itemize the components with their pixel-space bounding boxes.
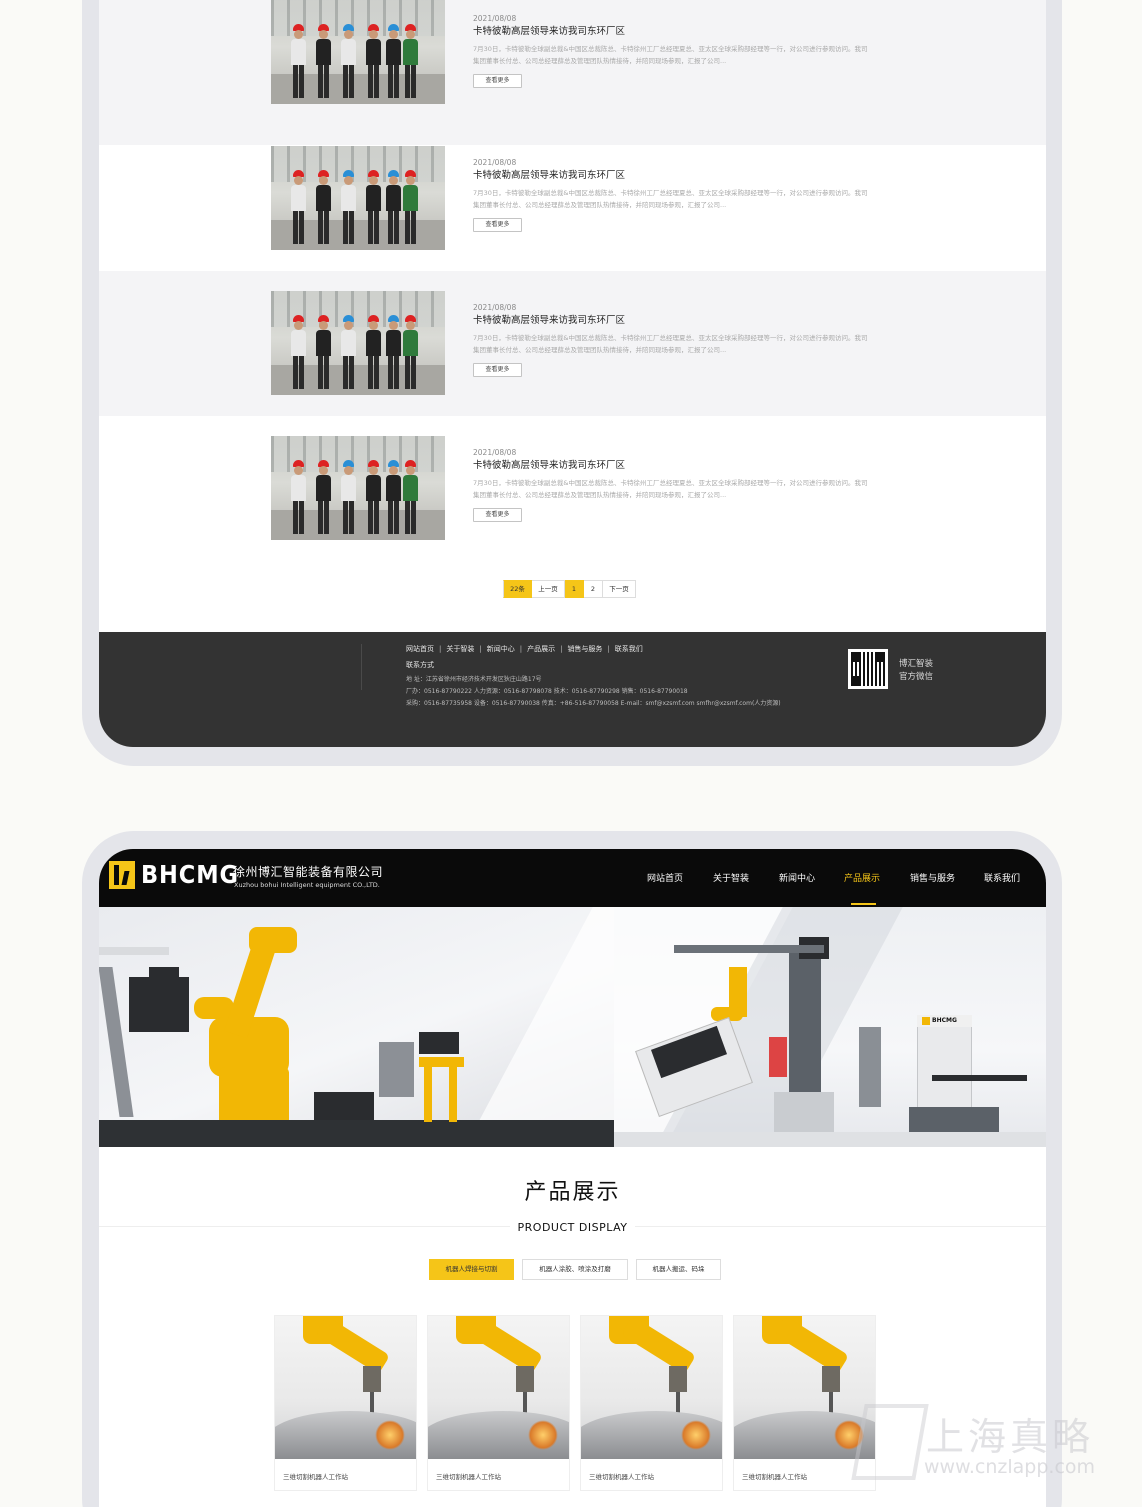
contact-phones: 厂办：0516-87790222 人力资源：0516-87798078 技术：0…: [406, 688, 688, 695]
news-title[interactable]: 卡特彼勒高层领导来访我司东环厂区: [473, 314, 873, 328]
footer-nav-separator: |: [479, 645, 482, 653]
read-more-button[interactable]: 查看更多: [473, 218, 522, 232]
wechat-qr-code: [848, 649, 888, 689]
product-image[interactable]: [275, 1316, 416, 1459]
news-date: 2021/08/08: [473, 14, 517, 23]
watermark-text-cn: 上海真略: [926, 1415, 1095, 1459]
nav-about[interactable]: 关于智装: [713, 871, 749, 884]
read-more-button[interactable]: 查看更多: [473, 74, 522, 88]
news-summary: 7月30日，卡特彼勒全球副总裁&中国区总裁陈总、卡特徐州工厂总经理夏总、亚太区全…: [473, 189, 868, 209]
footer-link-products[interactable]: 产品展示: [527, 644, 555, 655]
machine-brand-label: BHCMG: [932, 1017, 957, 1024]
pagination: 22条 上一页 1 2 下一页: [503, 580, 636, 598]
footer-nav-separator: |: [560, 645, 563, 653]
site-header: BHCMG 徐州博汇智能装备有限公司 Xuzhou bohui Intellig…: [99, 849, 1046, 907]
tab-handling-palletizing[interactable]: 机器人搬运、码垛: [636, 1259, 721, 1280]
news-thumbnail[interactable]: [271, 0, 445, 104]
product-card[interactable]: 三维切割机器人工作站: [580, 1315, 723, 1491]
pagination-count: 22条: [503, 580, 532, 598]
watermark: 上海真略 www.cnzlapp.com: [836, 1398, 1136, 1488]
pagination-prev-button[interactable]: 上一页: [532, 580, 565, 598]
read-more-button[interactable]: 查看更多: [473, 363, 522, 377]
news-summary: 7月30日，卡特彼勒全球副总裁&中国区总裁陈总、卡特徐州工厂总经理夏总、亚太区全…: [473, 334, 868, 354]
qr-caption-line-2: 官方微信: [899, 672, 934, 682]
product-name[interactable]: 三维切割机器人工作站: [589, 1471, 654, 1481]
nav-sales[interactable]: 销售与服务: [910, 871, 955, 884]
news-date: 2021/08/08: [473, 158, 517, 167]
news-thumbnail[interactable]: [271, 436, 445, 540]
news-title[interactable]: 卡特彼勒高层领导来访我司东环厂区: [473, 169, 873, 183]
product-name[interactable]: 三维切割机器人工作站: [742, 1471, 807, 1481]
news-thumbnail[interactable]: [271, 146, 445, 250]
qr-caption: 博汇智装 官方微信: [899, 658, 933, 684]
section-title: 产品展示: [524, 1180, 621, 1205]
nav-home[interactable]: 网站首页: [647, 871, 683, 884]
company-name-cn: 徐州博汇智能装备有限公司: [233, 865, 384, 879]
section-subtitle: PRODUCT DISPLAY: [99, 1221, 1046, 1234]
footer-link-contact[interactable]: 联系我们: [615, 644, 643, 655]
footer-nav: 网站首页 | 关于智装 | 新闻中心 | 产品展示 | 销售与服务 | 联系我们: [406, 644, 643, 655]
tab-gluing-spraying[interactable]: 机器人涂胶、喷涂及打磨: [522, 1259, 628, 1280]
pagination-next-button[interactable]: 下一页: [603, 580, 636, 598]
product-image[interactable]: [428, 1316, 569, 1459]
nav-contact[interactable]: 联系我们: [984, 871, 1020, 884]
news-item[interactable]: 2021/08/08 卡特彼勒高层领导来访我司东环厂区 7月30日，卡特彼勒全球…: [99, 126, 1046, 271]
product-category-tabs: 机器人焊接与切割 机器人涂胶、喷涂及打磨 机器人搬运、码垛: [429, 1259, 721, 1280]
company-name-en: Xuzhou bohui Intelligent equipment CO.,L…: [234, 881, 380, 889]
news-summary: 7月30日，卡特彼勒全球副总裁&中国区总裁陈总、卡特徐州工厂总经理夏总、亚太区全…: [473, 479, 868, 499]
logo-text[interactable]: BHCMG: [141, 860, 239, 889]
watermark-text-en: www.cnzlapp.com: [924, 1456, 1096, 1478]
qr-caption-line-1: 博汇智装: [899, 659, 934, 669]
news-thumbnail[interactable]: [271, 291, 445, 395]
news-item[interactable]: 2021/08/08 卡特彼勒高层领导来访我司东环厂区 7月30日，卡特彼勒全球…: [99, 416, 1046, 561]
contact-heading: 联系方式: [406, 661, 434, 669]
footer-link-about[interactable]: 关于智装: [446, 644, 474, 655]
site-footer: 网站首页 | 关于智装 | 新闻中心 | 产品展示 | 销售与服务 | 联系我们…: [99, 632, 1046, 747]
hero-banner: BHCMG: [99, 907, 1046, 1147]
contact-others: 采购：0516-87735958 设备：0516-87790038 传真：+86…: [406, 700, 781, 707]
footer-nav-separator: |: [439, 645, 442, 653]
product-name[interactable]: 三维切割机器人工作站: [283, 1471, 348, 1481]
news-page-screen: 2021/08/08 卡特彼勒高层领导来访我司东环厂区 7月30日，卡特彼勒全球…: [99, 0, 1046, 747]
product-card[interactable]: 三维切割机器人工作站: [427, 1315, 570, 1491]
footer-nav-separator: |: [519, 645, 523, 653]
news-title[interactable]: 卡特彼勒高层领导来访我司东环厂区: [473, 459, 873, 473]
footer-link-news[interactable]: 新闻中心: [487, 644, 515, 655]
logo-icon[interactable]: [109, 861, 135, 889]
news-item[interactable]: 2021/08/08 卡特彼勒高层领导来访我司东环厂区 7月30日，卡特彼勒全球…: [99, 0, 1046, 145]
footer-link-sales[interactable]: 销售与服务: [567, 644, 602, 655]
product-grid: 三维切割机器人工作站 三维切割机器人工作站 三维切割机器人工作站 三维切割机器人…: [274, 1315, 876, 1491]
pagination-page-2[interactable]: 2: [584, 580, 603, 598]
news-date: 2021/08/08: [473, 303, 517, 312]
product-card[interactable]: 三维切割机器人工作站: [274, 1315, 417, 1491]
product-name[interactable]: 三维切割机器人工作站: [436, 1471, 501, 1481]
contact-address: 地 址：江苏省徐州市经济技术开发区狄庄山路17号: [406, 676, 542, 683]
news-summary: 7月30日，卡特彼勒全球副总裁&中国区总裁陈总、卡特徐州工厂总经理夏总、亚太区全…: [473, 45, 868, 65]
product-image[interactable]: [581, 1316, 722, 1459]
nav-active-indicator: [851, 903, 876, 905]
read-more-button[interactable]: 查看更多: [473, 508, 522, 522]
footer-nav-separator: |: [607, 645, 610, 653]
pagination-page-1[interactable]: 1: [565, 580, 584, 598]
nav-news[interactable]: 新闻中心: [779, 871, 815, 884]
section-subtitle-text: PRODUCT DISPLAY: [509, 1221, 636, 1234]
news-date: 2021/08/08: [473, 448, 517, 457]
watermark-logo-icon: [851, 1404, 929, 1480]
news-item[interactable]: 2021/08/08 卡特彼勒高层领导来访我司东环厂区 7月30日，卡特彼勒全球…: [99, 271, 1046, 416]
footer-link-home[interactable]: 网站首页: [406, 644, 434, 655]
tab-welding-cutting[interactable]: 机器人焊接与切割: [429, 1259, 514, 1280]
news-title[interactable]: 卡特彼勒高层领导来访我司东环厂区: [473, 25, 873, 39]
footer-divider: [361, 644, 362, 690]
nav-products[interactable]: 产品展示: [844, 871, 880, 884]
